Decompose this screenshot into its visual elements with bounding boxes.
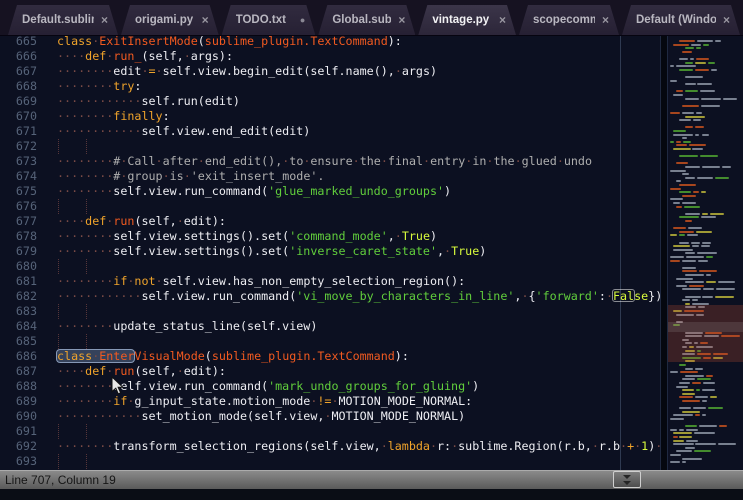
code-line: 667········edit·=·self.view.begin_edit(s… <box>0 64 660 79</box>
code-line: 693 <box>0 454 660 469</box>
line-number: 690 <box>0 409 37 424</box>
line-number: 669 <box>0 94 37 109</box>
line-number: 682 <box>0 289 37 304</box>
dirty-dot-icon: ● <box>300 16 305 25</box>
code-line: 665class·ExitInsertMode(sublime_plugin.T… <box>0 36 660 49</box>
code-line: 684········update_status_line(self.view) <box>0 319 660 334</box>
code-line: 666····def·run_(self,·args): <box>0 49 660 64</box>
code-line: 687····def·run(self,·edit): <box>0 364 660 379</box>
line-number: 671 <box>0 124 37 139</box>
line-number: 670 <box>0 109 37 124</box>
code-line: 682············self.view.run_command('vi… <box>0 289 660 304</box>
tab-vintage-py[interactable]: vintage.py × <box>418 5 516 35</box>
code-line: 674········#·group·is·'exit_insert_mode'… <box>0 169 660 184</box>
line-number: 691 <box>0 424 37 439</box>
code-line: 689········if·g_input_state.motion_mode·… <box>0 394 660 409</box>
tab-global-sublime[interactable]: Global.sublime × <box>318 5 415 35</box>
close-icon[interactable]: × <box>398 14 405 26</box>
line-number: 677 <box>0 214 37 229</box>
line-number: 676 <box>0 199 37 214</box>
minimap[interactable] <box>668 36 743 470</box>
sublime-window: Default.sublim × origami.py × TODO.txt ● Globa… <box>0 0 743 500</box>
code-line: 686class·EnterVisualMode(sublime_plugin.… <box>0 349 660 364</box>
close-icon[interactable]: × <box>101 14 108 26</box>
vertical-scrollbar[interactable] <box>660 36 668 470</box>
code-editor[interactable]: 665class·ExitInsertMode(sublime_plugin.T… <box>0 36 660 470</box>
tab-label: Default.sublim <box>22 14 94 26</box>
code-line: 675········self.view.run_command('glue_m… <box>0 184 660 199</box>
code-line: 679········self.view.settings().set('inv… <box>0 244 660 259</box>
line-number: 683 <box>0 304 37 319</box>
line-number: 667 <box>0 64 37 79</box>
line-number: 675 <box>0 184 37 199</box>
line-number: 678 <box>0 229 37 244</box>
line-number: 693 <box>0 454 37 469</box>
mouse-cursor-icon <box>111 376 125 396</box>
close-icon[interactable]: × <box>499 14 506 26</box>
close-icon[interactable]: × <box>723 14 730 26</box>
line-number: 692 <box>0 439 37 454</box>
window-bottom-edge <box>0 489 743 500</box>
line-number: 688 <box>0 379 37 394</box>
tab-label: vintage.py <box>432 14 492 26</box>
tab-label: TODO.txt <box>236 14 293 26</box>
tab-todo-txt[interactable]: TODO.txt ● <box>222 5 316 35</box>
scroll-stepper-button[interactable] <box>613 471 641 488</box>
tab-label: origami.py <box>135 14 195 26</box>
code-line: 668········try: <box>0 79 660 94</box>
close-icon[interactable]: × <box>202 14 209 26</box>
code-line: 685 <box>0 334 660 349</box>
minimap-viewport[interactable] <box>668 305 743 362</box>
line-number: 684 <box>0 319 37 334</box>
tab-scopecommand[interactable]: scopecommand × <box>519 5 619 35</box>
line-number: 672 <box>0 139 37 154</box>
line-number: 681 <box>0 274 37 289</box>
line-number: 687 <box>0 364 37 379</box>
code-line: 691 <box>0 424 660 439</box>
line-number: 673 <box>0 154 37 169</box>
code-line: 676 <box>0 199 660 214</box>
line-number: 679 <box>0 244 37 259</box>
code-line: 680 <box>0 259 660 274</box>
tab-default-windo[interactable]: Default (Windo × <box>622 5 740 35</box>
code-line: 673········#·Call·after·end_edit(),·to·e… <box>0 154 660 169</box>
close-icon[interactable]: × <box>602 14 609 26</box>
code-line: 683 <box>0 304 660 319</box>
code-line: 669············self.run(edit) <box>0 94 660 109</box>
line-number: 665 <box>0 36 37 49</box>
tab-label: Default (Windo <box>636 14 716 26</box>
code-line: 678········self.view.settings().set('com… <box>0 229 660 244</box>
line-number: 680 <box>0 259 37 274</box>
code-line: 672 <box>0 139 660 154</box>
code-line: 677····def·run(self,·edit): <box>0 214 660 229</box>
code-line: 688········self.view.run_command('mark_u… <box>0 379 660 394</box>
find-result-outline <box>612 289 635 302</box>
line-number: 666 <box>0 49 37 64</box>
line-number: 689 <box>0 394 37 409</box>
code-line: 681········if·not·self.view.has_non_empt… <box>0 274 660 289</box>
caret-position-label: Line 707, Column 19 <box>5 473 116 487</box>
tab-bar: Default.sublim × origami.py × TODO.txt ● Globa… <box>0 0 743 36</box>
line-number: 668 <box>0 79 37 94</box>
line-number: 686 <box>0 349 37 364</box>
tab-default-sublim[interactable]: Default.sublim × <box>8 5 118 35</box>
down-arrow-icon <box>623 475 631 479</box>
code-line: 670········finally: <box>0 109 660 124</box>
tab-label: scopecommand <box>533 14 595 26</box>
code-line: 671············self.view.end_edit(edit) <box>0 124 660 139</box>
code-line: 692········transform_selection_regions(s… <box>0 439 660 454</box>
tab-label: Global.sublime <box>332 14 391 26</box>
line-number: 674 <box>0 169 37 184</box>
line-number: 685 <box>0 334 37 349</box>
down-arrow-icon <box>623 481 631 485</box>
code-line: 690············set_motion_mode(self.view… <box>0 409 660 424</box>
tab-origami-py[interactable]: origami.py × <box>121 5 219 35</box>
